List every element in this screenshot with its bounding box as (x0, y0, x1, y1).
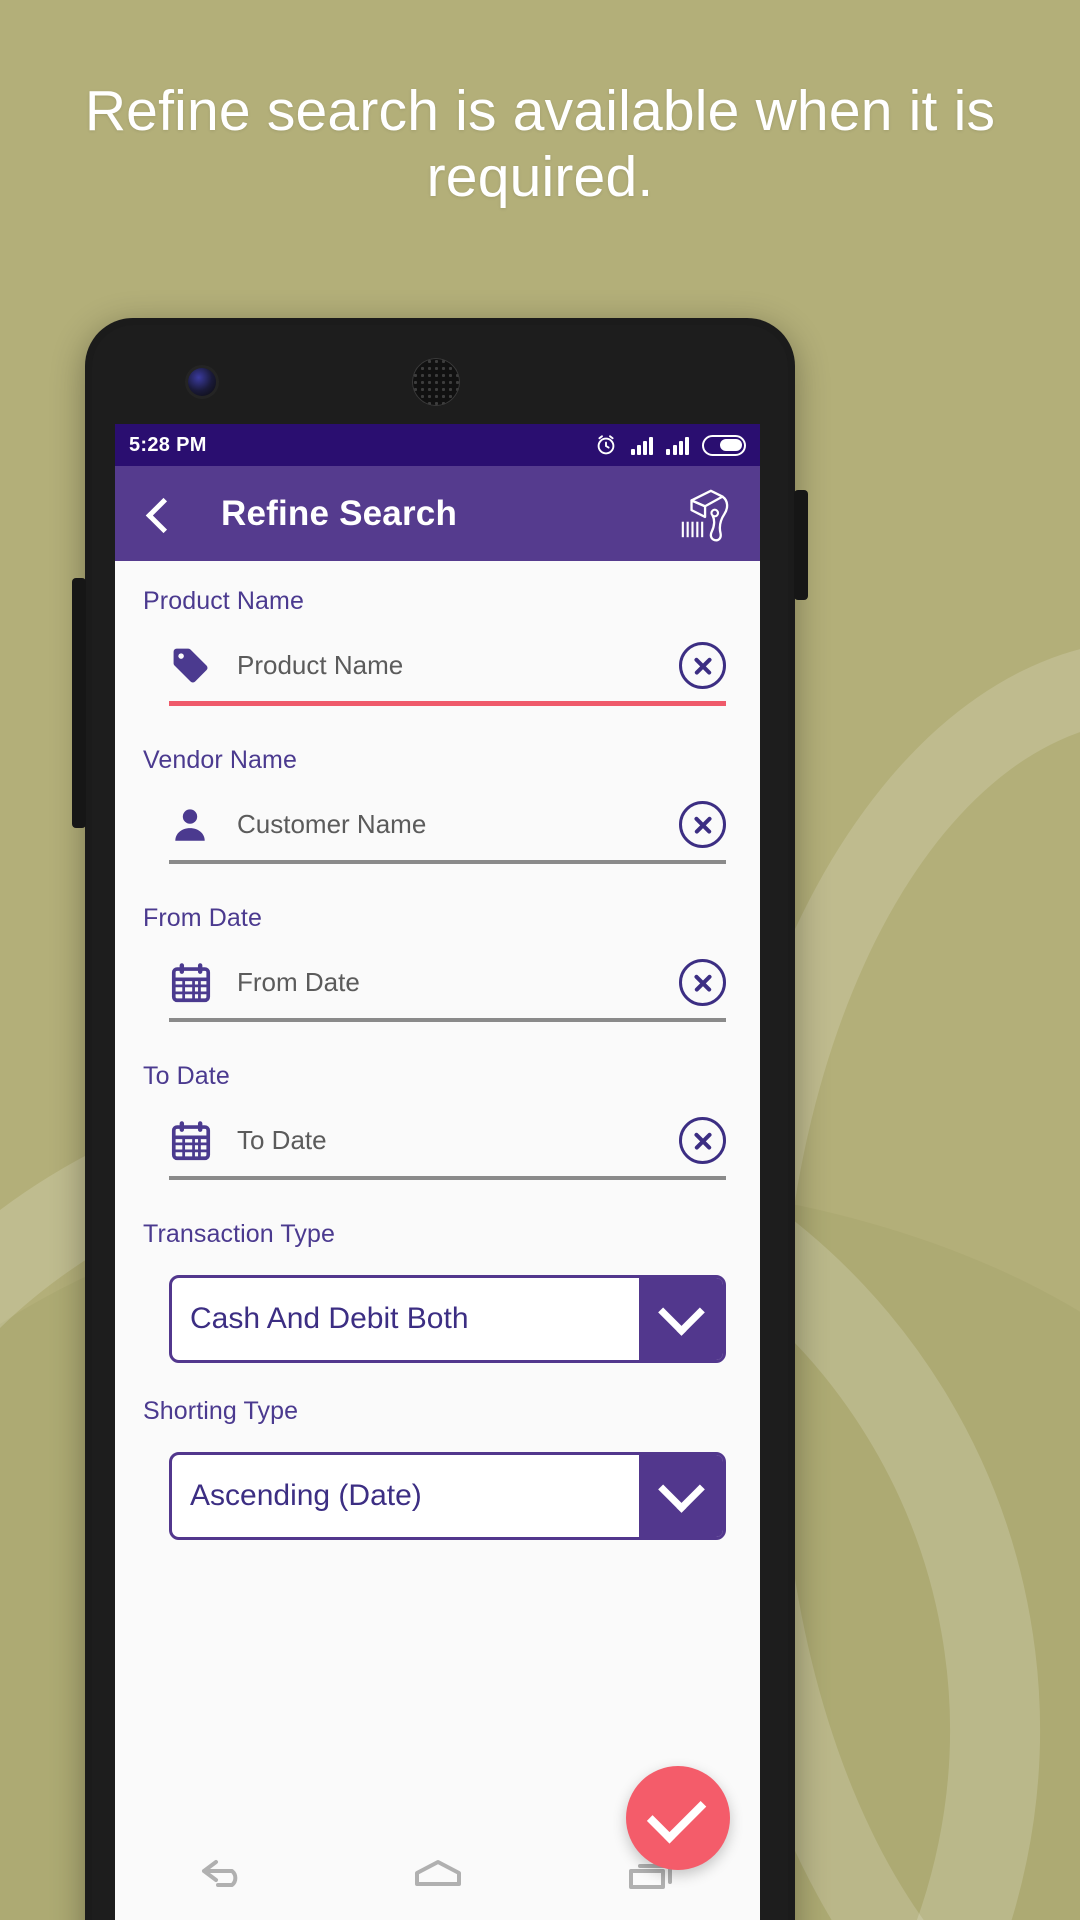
person-icon (169, 804, 221, 846)
app-bar: Refine Search (115, 466, 760, 561)
field-group-vendor-name: Vendor Name Customer Name (143, 746, 732, 864)
field-underline (169, 1176, 726, 1180)
earpiece-speaker-icon (412, 358, 460, 406)
clear-circle-icon[interactable] (679, 801, 726, 848)
back-nav-icon[interactable] (115, 1854, 330, 1894)
field-group-product-name: Product Name Product Name (143, 587, 732, 706)
phone-screen: 5:28 PM Refine Search Product Name Produ… (115, 424, 760, 1920)
promo-headline: Refine search is available when it is re… (84, 79, 996, 209)
calendar-icon (169, 1119, 221, 1163)
field-row[interactable]: Customer Name (143, 801, 732, 848)
transaction-type-select[interactable]: Cash And Debit Both (169, 1275, 726, 1363)
field-label: Transaction Type (143, 1220, 335, 1248)
field-label: Shorting Type (143, 1397, 299, 1425)
status-bar: 5:28 PM (115, 424, 760, 466)
field-placeholder: From Date (237, 967, 360, 997)
home-nav-icon[interactable] (330, 1854, 545, 1894)
tag-icon (169, 644, 221, 688)
field-group-shorting-type: Shorting Type Ascending (Date) (143, 1397, 732, 1540)
chevron-down-icon[interactable] (639, 1455, 723, 1537)
front-camera-icon (188, 368, 216, 396)
barcode-scanner-icon[interactable] (678, 483, 736, 545)
shorting-type-select[interactable]: Ascending (Date) (169, 1452, 726, 1540)
field-row[interactable]: From Date (143, 959, 732, 1006)
field-label: Vendor Name (143, 746, 297, 774)
alarm-icon (597, 435, 615, 455)
field-placeholder: Product Name (237, 650, 404, 680)
status-time: 5:28 PM (129, 433, 207, 456)
clear-circle-icon[interactable] (679, 959, 726, 1006)
field-label: From Date (143, 904, 262, 932)
field-placeholder: To Date (237, 1125, 327, 1155)
field-group-transaction-type: Transaction Type Cash And Debit Both (143, 1220, 732, 1363)
apply-filter-fab[interactable] (626, 1766, 730, 1870)
field-group-to-date: To Date To Date (143, 1062, 732, 1180)
field-group-from-date: From Date From Date (143, 904, 732, 1022)
status-icons (594, 433, 746, 457)
select-value: Ascending (Date) (190, 1479, 422, 1512)
field-underline (169, 701, 726, 706)
clear-circle-icon[interactable] (679, 1117, 726, 1164)
clear-circle-icon[interactable] (679, 642, 726, 689)
page-title: Refine Search (221, 493, 458, 533)
field-underline (169, 1018, 726, 1022)
phone-volume-button (72, 578, 86, 828)
field-placeholder: Customer Name (237, 809, 427, 839)
field-row[interactable]: Product Name (143, 642, 732, 689)
chevron-down-icon[interactable] (639, 1278, 723, 1360)
field-underline (169, 860, 726, 864)
field-label: To Date (143, 1062, 230, 1090)
signal-sim2-icon (666, 435, 689, 455)
field-label: Product Name (143, 587, 304, 615)
field-row[interactable]: To Date (143, 1117, 732, 1164)
select-value: Cash And Debit Both (190, 1302, 469, 1335)
signal-sim1-icon (630, 435, 654, 455)
calendar-icon (169, 961, 221, 1005)
battery-icon (702, 434, 746, 456)
refine-search-form: Product Name Product Name Vendor Name Cu… (115, 561, 760, 1540)
phone-power-button (794, 490, 808, 600)
back-chevron-icon[interactable] (139, 495, 177, 533)
